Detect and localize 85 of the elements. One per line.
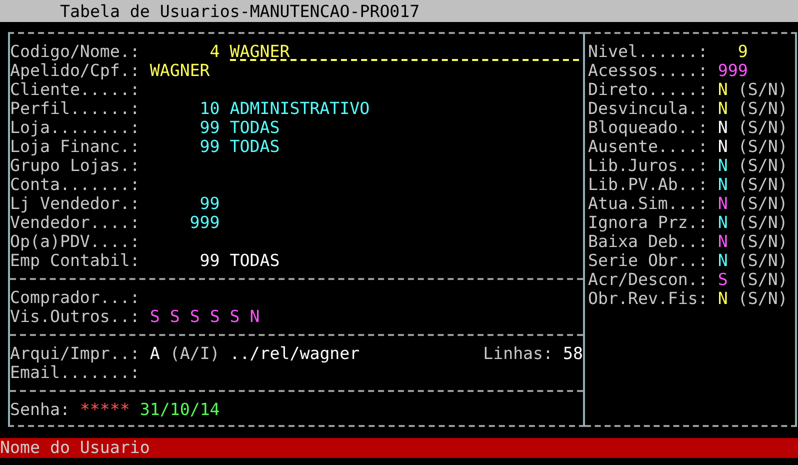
option-hint: (S/N) bbox=[738, 289, 788, 308]
field-label: Atua.Sim...: bbox=[588, 194, 708, 213]
option-hint: (S/N) bbox=[738, 213, 788, 232]
field-label: Obr.Rev.Fis: bbox=[588, 289, 708, 308]
field-label: Ausente....: bbox=[588, 137, 708, 156]
option-hint: (S/N) bbox=[738, 251, 788, 270]
flag-value: N bbox=[718, 80, 728, 99]
field-value: A bbox=[150, 344, 160, 363]
flag-value: N bbox=[718, 137, 728, 156]
field-label: Loja Financ.: bbox=[10, 137, 141, 156]
field-value: ../rel/wagner bbox=[230, 344, 360, 363]
field-code: 99 bbox=[198, 251, 220, 270]
flag-value: S bbox=[170, 307, 180, 326]
field-label: Nivel......: bbox=[588, 42, 708, 61]
field-label: Vendedor....: bbox=[10, 213, 141, 232]
option-hint: (S/N) bbox=[738, 80, 788, 99]
field-code: 99 bbox=[198, 137, 220, 156]
flag-value: S bbox=[190, 307, 200, 326]
field-label: Lib.PV.Ab..: bbox=[588, 175, 708, 194]
field-code: 99 bbox=[198, 194, 220, 213]
status-bar: Nome do Usuario bbox=[0, 438, 798, 458]
flag-value: S bbox=[230, 307, 240, 326]
field-label: Baixa Deb..: bbox=[588, 232, 708, 251]
field-label: Comprador...: bbox=[10, 288, 141, 307]
flag-value: N bbox=[718, 99, 728, 118]
name-input-field[interactable]: WAGNER bbox=[230, 42, 580, 61]
field-label: Emp Contabil: bbox=[10, 251, 141, 270]
field-label: Acr/Descon.: bbox=[588, 270, 708, 289]
field-label: Perfil......: bbox=[10, 99, 141, 118]
flag-value: N bbox=[718, 175, 728, 194]
option-hint: (S/N) bbox=[738, 118, 788, 137]
field-label: Senha: bbox=[10, 400, 70, 419]
option-hint: (S/N) bbox=[738, 137, 788, 156]
flag-value: N bbox=[718, 289, 728, 308]
field-label: Acessos....: bbox=[588, 61, 708, 80]
field-label: Lib.Juros..: bbox=[588, 156, 708, 175]
field-label: Grupo Lojas.: bbox=[10, 156, 141, 175]
flag-value: N bbox=[718, 232, 728, 251]
flag-value: N bbox=[718, 194, 728, 213]
option-hint: (S/N) bbox=[738, 270, 788, 289]
flag-value: N bbox=[718, 213, 728, 232]
field-value: 9 bbox=[736, 42, 748, 61]
field-label: Vis.Outros..: bbox=[10, 307, 141, 326]
field-label: Apelido/Cpf.: bbox=[10, 61, 141, 80]
field-label: Linhas: bbox=[483, 344, 554, 363]
field-value: TODAS bbox=[230, 137, 280, 156]
field-label: Codigo/Nome.: bbox=[10, 42, 141, 61]
field-label: Loja........: bbox=[10, 118, 141, 137]
field-value: TODAS bbox=[230, 251, 280, 270]
flag-value: N bbox=[718, 156, 728, 175]
field-code: 999 bbox=[188, 213, 220, 232]
field-code: 10 bbox=[198, 99, 220, 118]
field-label: Arqui/Impr..: bbox=[10, 344, 141, 363]
field-label: Ignora Prz.: bbox=[588, 213, 708, 232]
field-value: 58 bbox=[563, 344, 583, 363]
option-hint: (S/N) bbox=[738, 156, 788, 175]
window-title: Tabela de Usuarios-MANUTENCAO-PRO017 bbox=[0, 0, 798, 22]
field-label: Desvincula.: bbox=[588, 99, 708, 118]
field-code: 99 bbox=[198, 118, 220, 137]
flag-value: N bbox=[718, 251, 728, 270]
field-label: Bloqueado..: bbox=[588, 118, 708, 137]
option-hint: (S/N) bbox=[738, 99, 788, 118]
option-hint: (S/N) bbox=[738, 194, 788, 213]
option-hint: (S/N) bbox=[738, 232, 788, 251]
flag-value: S bbox=[718, 270, 728, 289]
field-label: Lj Vendedor.: bbox=[10, 194, 141, 213]
field-value: TODAS bbox=[230, 118, 280, 137]
option-hint: (S/N) bbox=[738, 175, 788, 194]
field-label: Email.......: bbox=[10, 363, 141, 382]
field-value: WAGNER bbox=[150, 61, 210, 80]
date-value: 31/10/14 bbox=[140, 400, 220, 419]
field-code: 4 bbox=[208, 42, 220, 61]
field-label: Direto.....: bbox=[588, 80, 708, 99]
field-value: ADMINISTRATIVO bbox=[230, 99, 370, 118]
field-label: Conta.......: bbox=[10, 175, 141, 194]
flag-value: S bbox=[210, 307, 220, 326]
field-label: Serie Obr..: bbox=[588, 251, 708, 270]
flag-value: N bbox=[718, 118, 728, 137]
option-hint: (A/I) bbox=[170, 344, 220, 363]
flag-value: S bbox=[150, 307, 160, 326]
field-label: Op(a)PDV....: bbox=[10, 232, 141, 251]
flag-value: N bbox=[250, 307, 260, 326]
field-label: Cliente.....: bbox=[10, 80, 141, 99]
password-value: ***** bbox=[80, 400, 130, 419]
field-value: 999 bbox=[718, 61, 748, 80]
